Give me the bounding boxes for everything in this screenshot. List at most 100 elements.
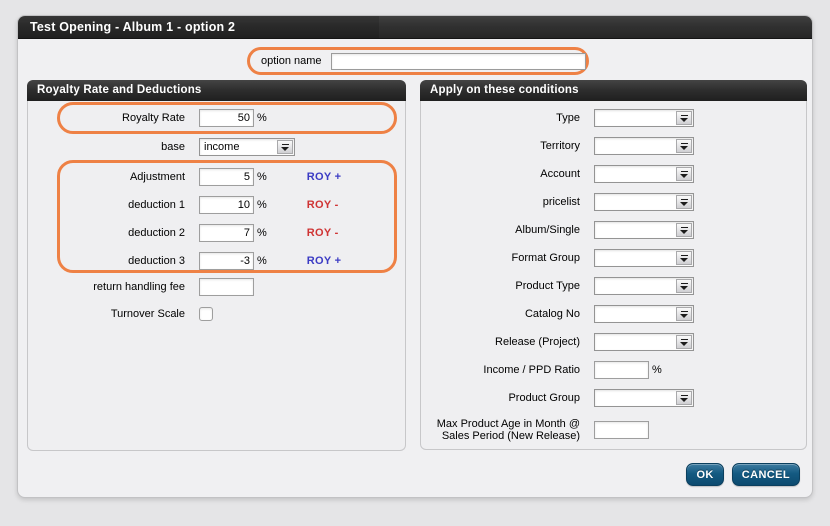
base-row: base income: [28, 138, 405, 156]
pricelist-label: pricelist: [542, 196, 580, 208]
territory-select[interactable]: [594, 137, 694, 155]
format-group-select-button[interactable]: [676, 251, 692, 265]
release-project-label: Release (Project): [495, 336, 580, 348]
format-group-select[interactable]: [594, 249, 694, 267]
base-select[interactable]: income: [199, 138, 295, 156]
type-label: Type: [556, 112, 580, 124]
catalog-no-select-button[interactable]: [676, 307, 692, 321]
format-group-row: Format Group: [421, 249, 806, 267]
dialog-titlebar: Test Opening - Album 1 - option 2: [18, 16, 812, 39]
album-single-select[interactable]: [594, 221, 694, 239]
format-group-label: Format Group: [511, 252, 580, 264]
conditions-panel: Apply on these conditions Type Territory…: [420, 80, 807, 450]
royalty-rate-suffix: %: [257, 112, 267, 124]
deduction1-input[interactable]: [199, 196, 254, 214]
turnover-scale-row: Turnover Scale: [28, 307, 405, 321]
territory-row: Territory: [421, 137, 806, 155]
product-group-row: Product Group: [421, 389, 806, 407]
deduction3-label: deduction 3: [128, 255, 185, 267]
max-product-age-input[interactable]: [594, 421, 649, 439]
adjustment-roy-flag: ROY +: [306, 171, 342, 183]
album-single-row: Album/Single: [421, 221, 806, 239]
deduction2-row: deduction 2 % ROY -: [60, 224, 394, 242]
catalog-no-label: Catalog No: [524, 308, 580, 320]
base-label: base: [161, 141, 185, 153]
pricelist-select[interactable]: [594, 193, 694, 211]
dialog-button-bar: OK CANCEL: [686, 463, 800, 486]
product-type-select[interactable]: [594, 277, 694, 295]
type-select-button[interactable]: [676, 111, 692, 125]
return-handling-fee-label: return handling fee: [93, 281, 185, 293]
return-handling-fee-row: return handling fee: [28, 278, 405, 296]
adjustments-highlight: Adjustment % ROY + deduction 1 % ROY - d…: [57, 160, 397, 273]
deduction2-input[interactable]: [199, 224, 254, 242]
royalty-rate-input[interactable]: [199, 109, 254, 127]
turnover-scale-label: Turnover Scale: [110, 308, 185, 320]
deduction3-suffix: %: [257, 255, 267, 267]
pricelist-row: pricelist: [421, 193, 806, 211]
royalty-rate-label: Royalty Rate: [122, 112, 185, 124]
chevron-down-icon: [680, 338, 688, 346]
income-ppd-ratio-suffix: %: [652, 364, 662, 376]
account-label: Account: [540, 168, 580, 180]
base-select-button[interactable]: [277, 140, 293, 154]
type-row: Type: [421, 109, 806, 127]
cancel-button[interactable]: CANCEL: [731, 463, 800, 486]
album-single-select-button[interactable]: [676, 223, 692, 237]
test-opening-dialog: Test Opening - Album 1 - option 2 option…: [17, 15, 813, 498]
adjustment-row: Adjustment % ROY +: [60, 168, 394, 186]
royalty-panel: Royalty Rate and Deductions Royalty Rate…: [27, 80, 406, 451]
product-type-row: Product Type: [421, 277, 806, 295]
income-ppd-ratio-label: Income / PPD Ratio: [483, 364, 580, 376]
royalty-rate-row: Royalty Rate %: [60, 109, 394, 127]
product-type-label: Product Type: [515, 280, 580, 292]
product-group-select-button[interactable]: [676, 391, 692, 405]
income-ppd-ratio-input[interactable]: [594, 361, 649, 379]
type-select[interactable]: [594, 109, 694, 127]
chevron-down-icon: [680, 142, 688, 150]
account-select[interactable]: [594, 165, 694, 183]
catalog-no-select[interactable]: [594, 305, 694, 323]
deduction2-label: deduction 2: [128, 227, 185, 239]
release-project-select[interactable]: [594, 333, 694, 351]
deduction1-suffix: %: [257, 199, 267, 211]
product-group-label: Product Group: [508, 392, 580, 404]
chevron-down-icon: [680, 282, 688, 290]
max-product-age-label: Max Product Age in Month @ Sales Period (…: [421, 418, 594, 443]
pricelist-select-button[interactable]: [676, 195, 692, 209]
max-product-age-label-line2: Sales Period (New Release): [441, 430, 580, 442]
account-row: Account: [421, 165, 806, 183]
option-name-highlight: option name: [247, 47, 589, 75]
adjustment-input[interactable]: [199, 168, 254, 186]
deduction1-row: deduction 1 % ROY -: [60, 196, 394, 214]
release-project-select-button[interactable]: [676, 335, 692, 349]
royalty-rate-highlight: Royalty Rate %: [57, 102, 397, 134]
royalty-panel-title: Royalty Rate and Deductions: [27, 80, 406, 101]
return-handling-fee-input[interactable]: [199, 278, 254, 296]
product-group-select[interactable]: [594, 389, 694, 407]
account-select-button[interactable]: [676, 167, 692, 181]
territory-select-button[interactable]: [676, 139, 692, 153]
conditions-panel-title: Apply on these conditions: [420, 80, 807, 101]
max-product-age-row: Max Product Age in Month @ Sales Period (…: [421, 417, 806, 443]
product-type-select-button[interactable]: [676, 279, 692, 293]
deduction1-roy-flag: ROY -: [306, 199, 339, 211]
chevron-down-icon: [680, 254, 688, 262]
catalog-no-row: Catalog No: [421, 305, 806, 323]
ok-button[interactable]: OK: [686, 463, 724, 486]
option-name-input[interactable]: [330, 52, 586, 70]
option-name-label: option name: [261, 55, 322, 67]
deduction2-suffix: %: [257, 227, 267, 239]
turnover-scale-checkbox[interactable]: [199, 307, 213, 321]
chevron-down-icon: [680, 394, 688, 402]
dialog-title: Test Opening - Album 1 - option 2: [30, 20, 236, 34]
max-product-age-label-line1: Max Product Age in Month @: [436, 417, 580, 430]
territory-label: Territory: [540, 140, 580, 152]
chevron-down-icon: [680, 198, 688, 206]
adjustment-suffix: %: [257, 171, 267, 183]
income-ppd-ratio-row: Income / PPD Ratio %: [421, 361, 806, 379]
deduction3-roy-flag: ROY +: [306, 255, 342, 267]
deduction3-input[interactable]: [199, 252, 254, 270]
conditions-panel-body: Type Territory Account pricelist Album/S…: [420, 101, 807, 450]
chevron-down-icon: [281, 143, 289, 151]
